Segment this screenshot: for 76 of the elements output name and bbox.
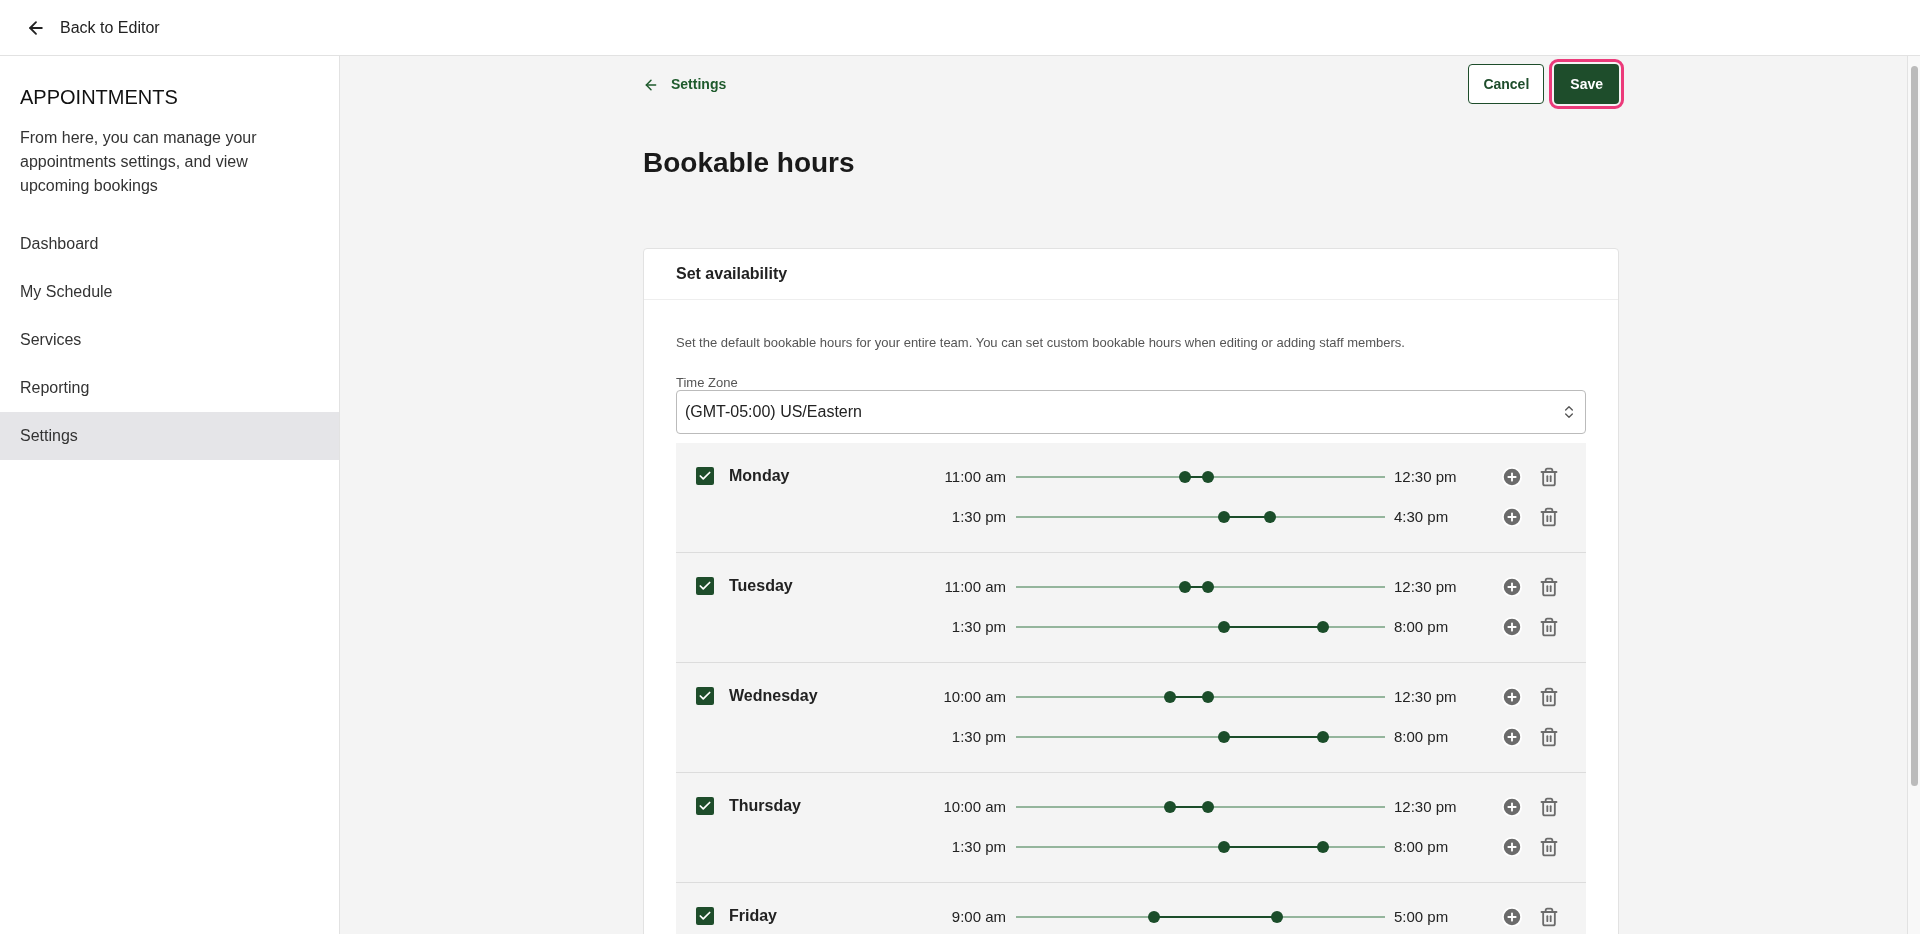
slider-handle[interactable] (1148, 911, 1161, 923)
trash-icon[interactable] (1539, 507, 1559, 527)
back-link[interactable]: Back to Editor (26, 15, 160, 40)
start-time: 11:00 am (943, 576, 1006, 597)
cancel-button[interactable]: Cancel (1468, 64, 1545, 104)
sidebar-title: APPOINTMENTS (19, 85, 179, 110)
slider-handle[interactable] (1202, 471, 1215, 483)
end-time: 8:00 pm (1394, 616, 1450, 637)
time-zone-select[interactable]: (GMT-05:00) US/Eastern (676, 389, 1586, 434)
trash-icon[interactable] (1539, 727, 1559, 747)
slider-handle[interactable] (1317, 841, 1330, 853)
scrollbar-thumb[interactable] (1910, 66, 1918, 786)
sidebar-item[interactable]: Settings (0, 412, 339, 460)
slider-handle[interactable] (1202, 581, 1215, 593)
checkbox[interactable] (696, 576, 714, 595)
end-time: 8:00 pm (1394, 836, 1450, 857)
checkbox[interactable] (696, 686, 714, 705)
trash-icon[interactable] (1539, 797, 1559, 817)
time-zone-label: Time Zone (676, 375, 739, 390)
day-name: Thursday (729, 796, 801, 815)
end-time: 12:30 pm (1394, 576, 1458, 597)
checkbox[interactable] (696, 796, 714, 815)
checkbox[interactable] (696, 906, 714, 925)
slider-handle[interactable] (1179, 471, 1191, 483)
card-description: Set the default bookable hours for your entire team. You can set custom bookable hours when editing or adding staff members. (676, 334, 1406, 352)
add-icon[interactable] (1501, 726, 1523, 748)
add-icon[interactable] (1501, 506, 1523, 528)
slider-handle[interactable] (1217, 511, 1230, 523)
slider-handle[interactable] (1271, 911, 1284, 923)
add-icon[interactable] (1501, 616, 1523, 638)
slider-handle[interactable] (1202, 801, 1215, 813)
start-time: 9:00 am (950, 906, 1006, 927)
slider-handle[interactable] (1217, 731, 1230, 743)
end-time: 4:30 pm (1394, 506, 1450, 527)
start-time: 10:00 am (942, 796, 1006, 817)
slider-handle[interactable] (1179, 581, 1191, 593)
trash-icon[interactable] (1539, 467, 1559, 487)
start-time: 1:30 pm (950, 506, 1006, 527)
trash-icon[interactable] (1539, 837, 1559, 857)
start-time: 10:00 am (942, 686, 1006, 707)
trash-icon[interactable] (1539, 617, 1559, 637)
sidebar-description: From here, you can manage your appointments settings, and view upcoming bookings (19, 128, 258, 196)
trash-icon[interactable] (1539, 907, 1559, 927)
page-title: Bookable hours (643, 146, 856, 180)
add-icon[interactable] (1501, 466, 1523, 488)
slider-handle[interactable] (1163, 691, 1176, 703)
end-time: 12:30 pm (1394, 796, 1458, 817)
start-time: 1:30 pm (950, 836, 1006, 857)
slider-handle[interactable] (1217, 621, 1230, 633)
start-time: 1:30 pm (950, 616, 1006, 637)
trash-icon[interactable] (1539, 577, 1559, 597)
end-time: 5:00 pm (1394, 906, 1450, 927)
card-title: Set availability (676, 264, 788, 284)
add-icon[interactable] (1501, 796, 1523, 818)
add-icon[interactable] (1501, 576, 1523, 598)
day-name: Wednesday (729, 686, 818, 705)
slider-handle[interactable] (1263, 511, 1276, 523)
add-icon[interactable] (1501, 836, 1523, 858)
start-time: 1:30 pm (950, 726, 1006, 747)
slider-handle[interactable] (1163, 801, 1176, 813)
end-time: 8:00 pm (1394, 726, 1450, 747)
day-name: Monday (729, 466, 790, 485)
slider-handle[interactable] (1317, 621, 1330, 633)
checkbox[interactable] (696, 466, 714, 485)
day-name: Tuesday (729, 576, 793, 595)
end-time: 12:30 pm (1394, 466, 1458, 487)
add-icon[interactable] (1501, 686, 1523, 708)
trash-icon[interactable] (1539, 687, 1559, 707)
slider-handle[interactable] (1217, 841, 1230, 853)
start-time: 11:00 am (943, 466, 1006, 487)
day-name: Friday (729, 906, 777, 925)
slider-handle[interactable] (1317, 731, 1330, 743)
breadcrumb-link[interactable]: Settings (643, 74, 727, 95)
end-time: 12:30 pm (1394, 686, 1458, 707)
slider-handle[interactable] (1202, 691, 1215, 703)
add-icon[interactable] (1501, 906, 1523, 928)
